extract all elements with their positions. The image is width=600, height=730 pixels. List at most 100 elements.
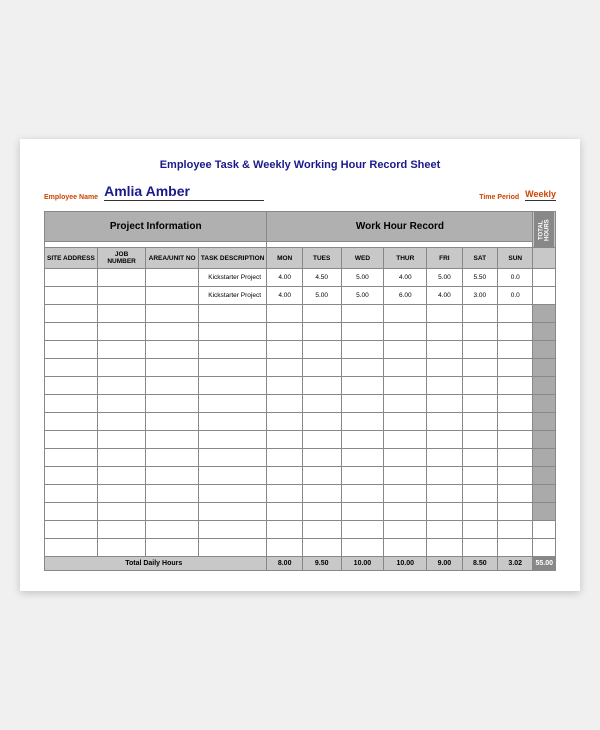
empty-cell xyxy=(427,341,462,359)
empty-cell xyxy=(198,503,267,521)
empty-cell xyxy=(302,521,341,539)
empty-cell xyxy=(498,539,533,557)
empty-cell xyxy=(462,521,497,539)
section-header-row: Project Information Work Hour Record TOT… xyxy=(45,212,556,242)
empty-cell xyxy=(302,449,341,467)
cell-sun: 0.0 xyxy=(498,287,533,305)
empty-cell xyxy=(533,305,556,323)
empty-cell xyxy=(45,539,98,557)
empty-cell xyxy=(427,431,462,449)
empty-cell xyxy=(198,305,267,323)
empty-cell xyxy=(97,485,146,503)
empty-cell xyxy=(341,449,384,467)
empty-cell xyxy=(267,359,302,377)
empty-cell xyxy=(146,503,198,521)
empty-cell xyxy=(384,341,427,359)
empty-cell xyxy=(45,323,98,341)
employee-name-label: Employee Name xyxy=(44,194,98,201)
cell-task: Kickstarter Project xyxy=(198,287,267,305)
empty-cell xyxy=(341,341,384,359)
empty-cell xyxy=(498,521,533,539)
empty-cell xyxy=(97,305,146,323)
empty-cell xyxy=(533,413,556,431)
empty-cell xyxy=(45,485,98,503)
empty-cell xyxy=(267,521,302,539)
empty-cell xyxy=(533,503,556,521)
cell-fri: 4.00 xyxy=(427,287,462,305)
col-site-address: SITE ADDRESS xyxy=(45,248,98,269)
table-row xyxy=(45,341,556,359)
time-period-label: Time Period xyxy=(479,194,519,201)
empty-cell xyxy=(146,323,198,341)
empty-cell xyxy=(462,503,497,521)
employee-name-value: Amlia Amber xyxy=(104,183,264,201)
empty-cell xyxy=(97,449,146,467)
total-day-1: 9.50 xyxy=(302,557,341,571)
col-thur: THUR xyxy=(384,248,427,269)
col-job-number: JOB NUMBER xyxy=(97,248,146,269)
empty-cell xyxy=(45,467,98,485)
empty-cell xyxy=(427,521,462,539)
total-day-4: 9.00 xyxy=(427,557,462,571)
header-row: Employee Name Amlia Amber Time Period We… xyxy=(44,183,556,201)
empty-cell xyxy=(198,359,267,377)
col-area-unit: AREA/UNIT NO xyxy=(146,248,198,269)
empty-cell xyxy=(384,413,427,431)
empty-cell xyxy=(341,359,384,377)
empty-cell xyxy=(341,503,384,521)
project-info-header: Project Information xyxy=(45,212,267,242)
table-row xyxy=(45,521,556,539)
empty-cell xyxy=(198,467,267,485)
empty-cell xyxy=(198,449,267,467)
empty-cell xyxy=(267,467,302,485)
empty-cell xyxy=(498,305,533,323)
table-row xyxy=(45,413,556,431)
empty-cell xyxy=(97,341,146,359)
col-fri: FRI xyxy=(427,248,462,269)
total-day-0: 8.00 xyxy=(267,557,302,571)
empty-cell xyxy=(302,539,341,557)
empty-cell xyxy=(384,485,427,503)
empty-cell xyxy=(427,539,462,557)
empty-cell xyxy=(427,503,462,521)
empty-cell xyxy=(427,467,462,485)
cell-row-total xyxy=(533,269,556,287)
empty-cell xyxy=(341,413,384,431)
empty-cell xyxy=(384,467,427,485)
cell-mon: 4.00 xyxy=(267,287,302,305)
empty-cell xyxy=(498,395,533,413)
empty-cell xyxy=(498,323,533,341)
cell-sun: 0.0 xyxy=(498,269,533,287)
empty-cell xyxy=(45,341,98,359)
empty-cell xyxy=(146,413,198,431)
empty-cell xyxy=(302,377,341,395)
empty-cell xyxy=(462,323,497,341)
table-row xyxy=(45,449,556,467)
empty-cell xyxy=(302,485,341,503)
table-row xyxy=(45,503,556,521)
empty-cell xyxy=(341,431,384,449)
empty-cell xyxy=(533,323,556,341)
empty-cell xyxy=(198,485,267,503)
total-hours-header: TOTALHOURS xyxy=(533,212,556,248)
empty-cell xyxy=(45,431,98,449)
empty-cell xyxy=(97,413,146,431)
empty-cell xyxy=(533,359,556,377)
empty-cell xyxy=(341,305,384,323)
empty-cell xyxy=(267,305,302,323)
empty-cell xyxy=(462,359,497,377)
empty-cell xyxy=(462,449,497,467)
col-sat: SAT xyxy=(462,248,497,269)
empty-cell xyxy=(498,359,533,377)
empty-cell xyxy=(384,449,427,467)
empty-cell xyxy=(498,341,533,359)
empty-cell xyxy=(498,431,533,449)
empty-cell xyxy=(384,323,427,341)
table-row: Kickstarter Project4.004.505.004.005.005… xyxy=(45,269,556,287)
empty-cell xyxy=(384,539,427,557)
total-day-5: 8.50 xyxy=(462,557,497,571)
empty-cell xyxy=(302,503,341,521)
employee-section: Employee Name Amlia Amber xyxy=(44,183,264,201)
table-row xyxy=(45,359,556,377)
empty-cell xyxy=(45,377,98,395)
